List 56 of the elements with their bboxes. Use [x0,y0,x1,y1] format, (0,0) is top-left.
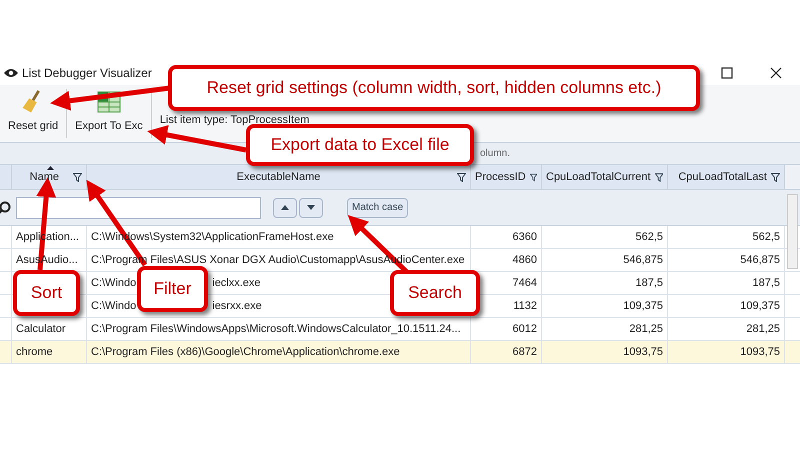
annotation-tooltip: Export data to Excel file [246,124,474,166]
table-cell-text: C:\Windo [91,298,136,314]
scrollbar[interactable] [787,194,798,269]
filter-icon[interactable] [771,172,780,182]
table-cell-text: 109,375 [740,298,780,314]
column-header[interactable]: CpuLoadTotalCurrent [542,165,668,189]
column-header[interactable]: ProcessID [471,165,542,189]
up-icon [281,205,289,210]
close-icon[interactable] [770,66,782,78]
table-cell-text: C:\Program Files (x86)\Google\Chrome\Application\chrome.exe [91,344,400,360]
table-cell-text: iesrxx.exe [212,298,262,314]
table-cell-text: chrome [16,344,53,360]
table-cell-text: 6012 [512,322,537,337]
search-icon [0,200,11,214]
annotation-tooltip: Filter [137,266,208,312]
table-cell-text: C:\Windo [91,276,136,291]
table-cell-text: Calculator [16,322,66,337]
table-cell-text: 187,5 [752,276,780,291]
table-row[interactable]: chrome C:\Program Files (x86)\Google\Chrome\Application\chrome.exe 6872 1093,75 1093,75 [0,341,800,364]
table-cell-text: 7464 [512,276,537,291]
maximize-icon[interactable] [721,66,733,78]
table-cell-text: 109,375 [623,298,663,314]
table-cell-text: 562,5 [752,230,780,245]
annotation-tooltip: Search [390,270,480,316]
table-cell-text: 6360 [512,230,537,245]
eye-icon [4,68,18,78]
match-case-button[interactable]: Match case [347,198,408,218]
table-cell-text: 281,25 [746,322,780,337]
annotation-tooltip: Reset grid settings (column width, sort, hidden columns etc.) [168,65,700,111]
filter-icon[interactable] [530,172,537,182]
table-cell-text: 562,5 [635,230,663,245]
annotation-tooltip: Sort [13,270,80,316]
table-cell-text: 546,875 [623,252,663,268]
table-row[interactable]: Calculator C:\Program Files\WindowsApps\Microsoft.WindowsCalculator_10.1511.24... 6012 281,25 281,25 [0,318,800,341]
column-header[interactable]: Name [12,165,87,189]
toolbar-button[interactable]: Reset grid [0,89,68,138]
table-cell-text: 1093,75 [740,344,780,360]
next-button[interactable] [299,198,323,218]
filter-icon[interactable] [457,172,466,182]
table-cell-text: 6872 [512,344,537,360]
search-field[interactable] [16,196,261,218]
table-cell-text: 1132 [513,298,537,314]
table-cell-text: 4860 [512,252,537,268]
filter-icon[interactable] [654,172,663,182]
table-cell-text: C:\Program Files\WindowsApps\Microsoft.WindowsCalculator_10.1511.24... [91,322,461,337]
table-cell-text: ieclxx.exe [212,276,261,291]
table-cell-text: 1093,75 [623,344,663,360]
table-cell-text: 546,875 [740,252,780,268]
filter-icon[interactable] [73,172,82,182]
down-icon [307,205,315,210]
previous-button[interactable] [273,198,297,218]
window-title: List Debugger Visualizer [22,64,152,82]
table-cell-text: 187,5 [635,276,663,291]
toolbar-button[interactable]: Export To Exc [67,89,152,138]
table-cell-text: 281,25 [629,322,663,337]
group-panel-text: olumn. [480,147,510,161]
